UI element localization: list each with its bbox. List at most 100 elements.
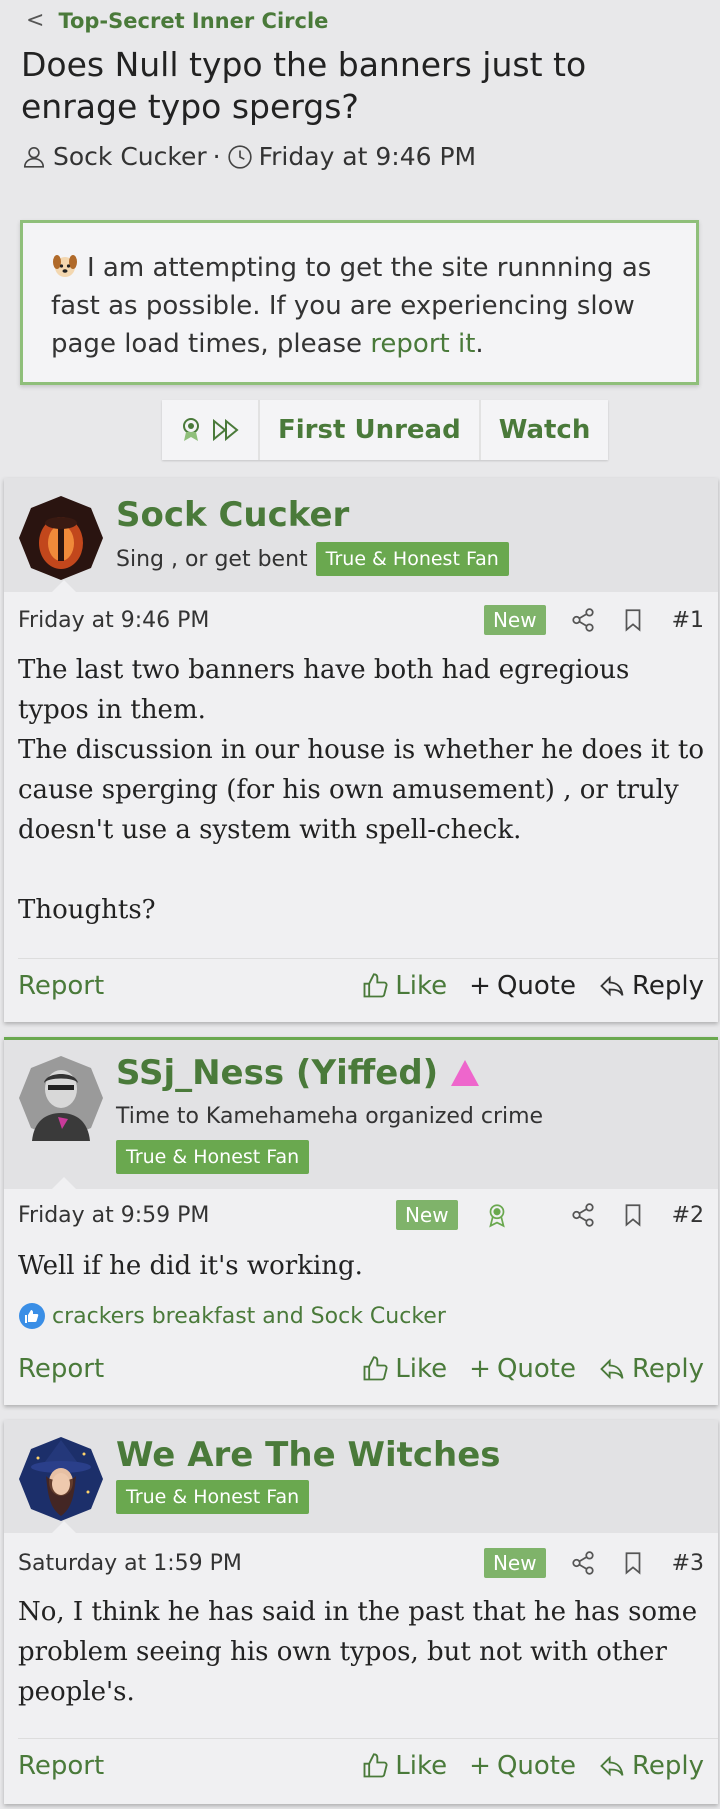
meta-separator: · xyxy=(212,142,221,171)
new-badge: New xyxy=(483,605,546,635)
reply-button[interactable]: Reply xyxy=(598,1751,704,1781)
post-paragraph: No, I think he has said in the past that… xyxy=(18,1597,698,1707)
thread-actions-bar: First Unread Watch xyxy=(162,400,609,460)
post-header: SSj_Ness (Yiffed) Time to Kamehameha org… xyxy=(4,1040,718,1189)
triangle-marker-icon xyxy=(451,1060,480,1086)
username-text[interactable]: Sock Cucker xyxy=(116,495,349,535)
reply-button[interactable]: Reply xyxy=(598,1354,704,1384)
bookmark-icon[interactable] xyxy=(620,607,646,633)
report-button[interactable]: Report xyxy=(18,1751,339,1781)
post-arrow xyxy=(52,1177,76,1189)
username[interactable]: Sock Cucker xyxy=(116,495,349,535)
award-icon[interactable] xyxy=(484,1202,510,1228)
reply-label: Reply xyxy=(631,971,704,1001)
quote-button[interactable]: + Quote xyxy=(469,971,576,1001)
user-icon xyxy=(23,146,45,168)
plus-icon: + xyxy=(469,1751,491,1781)
quote-label: Quote xyxy=(496,1354,576,1384)
site-notice: I am attempting to get the site runnning… xyxy=(20,220,699,385)
post-meta: Friday at 9:59 PM New #2 xyxy=(18,1197,704,1233)
post-actions: Report Like + Quote Reply xyxy=(18,966,704,1006)
like-button[interactable]: Like xyxy=(361,1354,447,1384)
post-number[interactable]: #1 xyxy=(672,608,704,633)
username-text[interactable]: SSj_Ness (Yiffed) xyxy=(116,1053,438,1093)
like-reaction-icon xyxy=(19,1303,45,1329)
post-meta: Friday at 9:46 PM New #1 xyxy=(18,602,704,638)
post-date[interactable]: Saturday at 1:59 PM xyxy=(18,1551,242,1576)
user-title-text: Time to Kamehameha organized crime xyxy=(116,1104,544,1129)
user-title: Time to Kamehameha organized crime xyxy=(116,1104,543,1129)
username[interactable]: SSj_Ness (Yiffed) xyxy=(116,1053,480,1093)
thread-date[interactable]: Friday at 9:46 PM xyxy=(259,142,477,171)
reply-button[interactable]: Reply xyxy=(598,971,704,1001)
avatar[interactable] xyxy=(18,495,104,581)
username-text[interactable]: We Are The Witches xyxy=(116,1435,501,1475)
share-icon[interactable] xyxy=(570,1550,596,1576)
user-badge-line: True & Honest Fan xyxy=(116,1140,310,1174)
post-date[interactable]: Friday at 9:46 PM xyxy=(18,608,209,633)
thread-meta: Sock Cucker · Friday at 9:46 PM xyxy=(21,142,476,171)
thumbs-up-icon xyxy=(363,973,388,998)
thread-author[interactable]: Sock Cucker xyxy=(53,142,207,171)
report-button[interactable]: Report xyxy=(18,971,339,1001)
post-header: Sock Cucker Sing , or get bent True & Ho… xyxy=(4,478,718,592)
user-title-line: Sing , or get bent True & Honest Fan xyxy=(116,542,509,576)
post-header: We Are The Witches True & Honest Fan xyxy=(4,1420,718,1533)
reply-icon xyxy=(600,1358,624,1380)
post-arrow xyxy=(52,580,76,592)
breadcrumb-forum-link[interactable]: Top-Secret Inner Circle xyxy=(58,9,328,33)
quote-button[interactable]: + Quote xyxy=(469,1751,576,1781)
reactions-text[interactable]: crackers breakfast and Sock Cucker xyxy=(52,1304,446,1329)
user-badge: True & Honest Fan xyxy=(116,1140,310,1174)
post-paragraph: Thoughts? xyxy=(18,895,156,925)
quote-button[interactable]: + Quote xyxy=(469,1354,576,1384)
username[interactable]: We Are The Witches xyxy=(116,1435,501,1475)
avatar[interactable] xyxy=(18,1055,104,1141)
report-link[interactable]: report it xyxy=(370,329,475,359)
thread-title: Does Null typo the banners just to enrag… xyxy=(21,45,587,126)
reply-icon xyxy=(600,1755,624,1777)
fast-forward-icon xyxy=(213,419,239,441)
like-label: Like xyxy=(395,1751,448,1781)
breadcrumb[interactable]: < Top-Secret Inner Circle xyxy=(26,8,328,33)
like-label: Like xyxy=(395,971,448,1001)
like-button[interactable]: Like xyxy=(361,1751,447,1781)
divider xyxy=(18,1738,718,1739)
watch-button[interactable]: Watch xyxy=(481,400,609,460)
post-paragraph: The discussion in our house is whether h… xyxy=(18,735,704,845)
award-icon xyxy=(183,418,199,441)
post-body: The last two banners have both had egreg… xyxy=(18,650,704,930)
post-number[interactable]: #3 xyxy=(672,1551,704,1576)
post-number[interactable]: #2 xyxy=(672,1203,704,1228)
post-paragraph: The last two banners have both had egreg… xyxy=(18,655,630,725)
pager-icons[interactable] xyxy=(162,400,260,460)
avatar[interactable] xyxy=(18,1436,104,1522)
reply-label: Reply xyxy=(631,1751,704,1781)
reply-label: Reply xyxy=(631,1354,704,1384)
post-meta: Saturday at 1:59 PM New #3 xyxy=(18,1545,704,1581)
post-date[interactable]: Friday at 9:59 PM xyxy=(18,1203,209,1228)
quote-label: Quote xyxy=(496,971,576,1001)
user-badge: True & Honest Fan xyxy=(116,1480,310,1514)
post-actions: Report Like + Quote Reply xyxy=(18,1349,704,1389)
post-actions: Report Like + Quote Reply xyxy=(18,1746,704,1786)
like-button[interactable]: Like xyxy=(361,971,447,1001)
bookmark-icon[interactable] xyxy=(620,1550,646,1576)
share-icon[interactable] xyxy=(570,1202,596,1228)
thumbs-up-icon xyxy=(363,1356,388,1381)
plus-icon: + xyxy=(469,971,491,1001)
post-paragraph: Well if he did it's working. xyxy=(18,1251,363,1281)
chevron-left-icon: < xyxy=(26,8,45,33)
user-badge: True & Honest Fan xyxy=(315,542,509,576)
quote-label: Quote xyxy=(496,1751,576,1781)
reply-icon xyxy=(600,975,624,997)
notice-text: I am attempting to get the site runnning… xyxy=(51,253,652,359)
post-body: No, I think he has said in the past that… xyxy=(18,1592,704,1712)
report-button[interactable]: Report xyxy=(18,1354,339,1384)
reactions-bar[interactable]: crackers breakfast and Sock Cucker xyxy=(18,1302,446,1330)
clock-icon xyxy=(227,144,252,169)
bookmark-icon[interactable] xyxy=(620,1202,646,1228)
post-3: We Are The Witches True & Honest Fan Sat… xyxy=(4,1420,718,1804)
share-icon[interactable] xyxy=(570,607,596,633)
first-unread-button[interactable]: First Unread xyxy=(260,400,481,460)
